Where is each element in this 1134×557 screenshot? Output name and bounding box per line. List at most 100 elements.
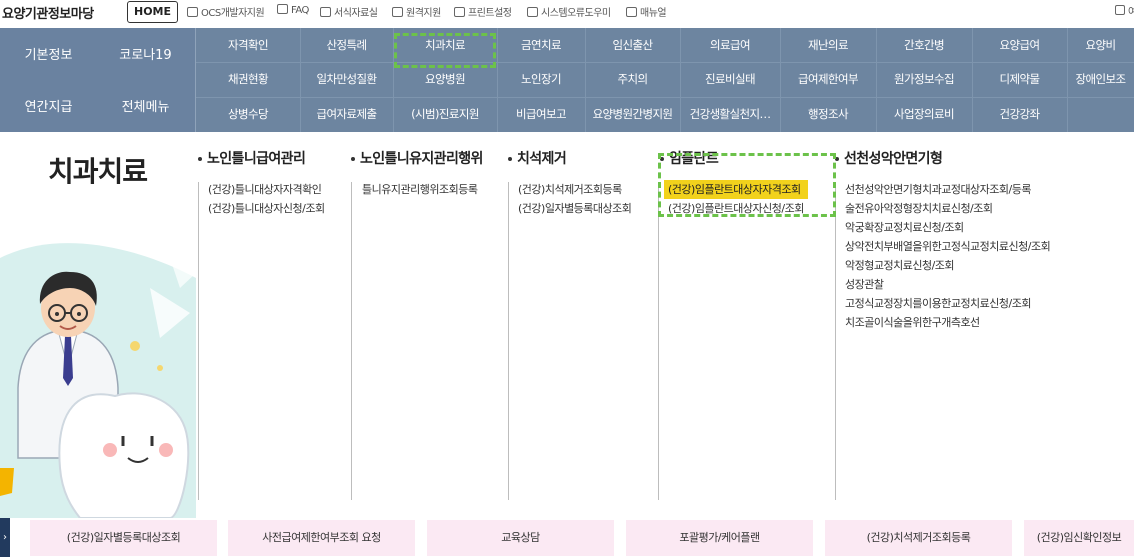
quick-link-bar: › (건강)일자별등록대상조회 사전급여제한여부조회 요청 교육상담 포괄평가/… [0, 518, 1134, 557]
nav-row-divider [196, 97, 1134, 98]
nav-col-divider [780, 28, 781, 132]
top-bar: 요양기관정보마당 HOME OCS개발자지원 FAQ 서식자료실 원격지원 프린… [0, 0, 1134, 28]
link-presurgical-appliance[interactable]: 술전유아악정형장치치료신청/조회 [841, 199, 1054, 218]
nav-item[interactable]: 요양급여 [972, 28, 1067, 62]
link-growth-observation[interactable]: 성장관찰 [841, 275, 1054, 294]
link-denture-maintenance-register[interactable]: 틀니유지관리행위조회등록 [358, 180, 481, 199]
link-arch-expansion[interactable]: 악궁확장교정치료신청/조회 [841, 218, 1054, 237]
column-title: 선천성악안면기형 [844, 151, 943, 167]
nav-item[interactable]: 건강생활실천지… [680, 97, 780, 131]
nav-item[interactable]: 자격확인 [196, 28, 300, 62]
nav-item[interactable]: 요양병원간병지원 [585, 97, 680, 131]
home-button[interactable]: HOME [127, 1, 179, 23]
link-denture-eligibility[interactable]: (건강)틀니대상자자격확인 [204, 180, 329, 199]
nav-col-divider [972, 28, 973, 132]
selected-nav-outline [394, 33, 496, 68]
util-ocs-link[interactable]: OCS개발자지원 [187, 4, 265, 19]
checkbox-icon[interactable] [1115, 5, 1125, 15]
util-faq-link[interactable]: FAQ [277, 4, 309, 16]
column-divider [198, 182, 199, 500]
link-incisor-alignment[interactable]: 상악전치부배열을위한고정식교정치료신청/조회 [841, 237, 1054, 256]
nav-item[interactable]: 상병수당 [196, 97, 300, 131]
nav-item[interactable]: 건강강좌 [972, 97, 1067, 131]
nav-col-divider [497, 28, 498, 132]
nav-item[interactable]: 행정조사 [780, 97, 876, 131]
link-list-denture-benefit: (건강)틀니대상자자격확인 (건강)틀니대상자신청/조회 [204, 180, 329, 218]
column-header-cleft: 선천성악안면기형 [835, 148, 943, 168]
printer-icon [527, 7, 538, 17]
link-daily-registration[interactable]: (건강)일자별등록대상조회 [514, 199, 635, 218]
util-remote-link[interactable]: 원격지원 [392, 4, 441, 19]
nav-item[interactable]: 사업장의료비 [876, 97, 972, 131]
util-label: 시스템오류도우미 [541, 8, 611, 19]
site-title[interactable]: 요양기관정보마당 [2, 3, 94, 22]
link-fixed-appliance[interactable]: 고정식교정장치를이용한교정치료신청/조회 [841, 294, 1054, 313]
nav-item[interactable]: 디제약물 [972, 62, 1067, 96]
util-error-help-link[interactable]: 시스템오류도우미 [527, 4, 611, 19]
quick-link-daily-registration[interactable]: (건강)일자별등록대상조회 [30, 520, 217, 556]
column-header-denture-maintenance: 노인틀니유지관리행위 [351, 148, 483, 168]
nav-col-divider [680, 28, 681, 132]
quick-link-prior-restriction[interactable]: 사전급여제한여부조회 요청 [228, 520, 415, 556]
nav-left-block: 기본정보 코로나19 연간지급 전체메뉴 [0, 28, 195, 132]
nav-item[interactable]: 원가정보수집 [876, 62, 972, 96]
scroll-left-icon[interactable]: › [0, 518, 10, 557]
bullet-icon [508, 157, 512, 161]
link-list-scaling: (건강)치석제거조회등록 (건강)일자별등록대상조회 [514, 180, 635, 218]
nav-all-menu[interactable]: 전체메뉴 [97, 96, 194, 115]
nav-covid19[interactable]: 코로나19 [97, 44, 194, 63]
nav-item[interactable]: 급여제한여부 [780, 62, 876, 96]
util-label: 원격지원 [406, 8, 441, 19]
nav-item[interactable]: 진료비실태 [680, 62, 780, 96]
nav-item[interactable]: 재난의료 [780, 28, 876, 62]
util-print-link[interactable]: 프린트설정 [454, 4, 512, 19]
util-label: 서식자료실 [334, 8, 378, 19]
nav-row-divider [196, 62, 1134, 63]
nav-col-divider [1067, 28, 1068, 132]
nav-item[interactable]: 장애인보조 [1067, 62, 1134, 96]
link-orthopedic-treatment[interactable]: 악정형교정치료신청/조회 [841, 256, 1054, 275]
link-cleft-ortho-register[interactable]: 선천성악안면기형치과교정대상자조회/등록 [841, 180, 1054, 199]
nav-item[interactable]: 일차만성질환 [300, 62, 393, 96]
link-scaling-register[interactable]: (건강)치석제거조회등록 [514, 180, 635, 199]
column-divider [835, 182, 836, 500]
implant-focus-outline [658, 153, 836, 217]
bullet-icon [198, 157, 202, 161]
document-icon [626, 7, 637, 17]
nav-basic-info[interactable]: 기본정보 [0, 44, 97, 63]
nav-item[interactable]: 주치의 [585, 62, 680, 96]
nav-item[interactable]: 산정특례 [300, 28, 393, 62]
util-manual-link[interactable]: 매뉴얼 [626, 4, 667, 19]
util-label: 매뉴얼 [640, 8, 667, 19]
column-divider [658, 182, 659, 500]
quick-link-scaling-register[interactable]: (건강)치석제거조회등록 [825, 520, 1012, 556]
link-bone-graft[interactable]: 치조골이식술을위한구개측호선 [841, 313, 1054, 332]
monitor-icon [392, 7, 403, 17]
printer-icon [454, 7, 465, 17]
util-label: OCS개발자지원 [201, 8, 265, 19]
nav-col-divider [876, 28, 877, 132]
quick-link-education[interactable]: 교육상담 [427, 520, 614, 556]
column-title: 노인틀니급여관리 [207, 151, 306, 167]
nav-item[interactable]: 비급여보고 [497, 97, 585, 131]
link-list-denture-maintenance: 틀니유지관리행위조회등록 [358, 180, 481, 199]
nav-item[interactable]: 급여자료제출 [300, 97, 393, 131]
nav-item[interactable]: 임신출산 [585, 28, 680, 62]
nav-item[interactable]: (시범)진료지원 [393, 97, 497, 131]
nav-col-divider [300, 28, 301, 132]
nav-item[interactable]: 금연치료 [497, 28, 585, 62]
dentist-tooth-illustration [0, 218, 196, 518]
util-forms-link[interactable]: 서식자료실 [320, 4, 378, 19]
right-edge-text: 여 [1128, 7, 1134, 18]
nav-annual-payment[interactable]: 연간지급 [0, 96, 97, 115]
quick-link-care-plan[interactable]: 포괄평가/케어플랜 [626, 520, 813, 556]
link-denture-application[interactable]: (건강)틀니대상자신청/조회 [204, 199, 329, 218]
nav-item[interactable]: 간호간병 [876, 28, 972, 62]
nav-col-divider [585, 28, 586, 132]
nav-item[interactable]: 노인장기 [497, 62, 585, 96]
nav-item[interactable]: 요양비 [1067, 28, 1134, 62]
nav-item[interactable]: 채권현황 [196, 62, 300, 96]
util-label: FAQ [291, 5, 309, 16]
quick-link-pregnancy-info[interactable]: (건강)임신확인정보 [1024, 520, 1134, 556]
nav-item[interactable]: 의료급여 [680, 28, 780, 62]
